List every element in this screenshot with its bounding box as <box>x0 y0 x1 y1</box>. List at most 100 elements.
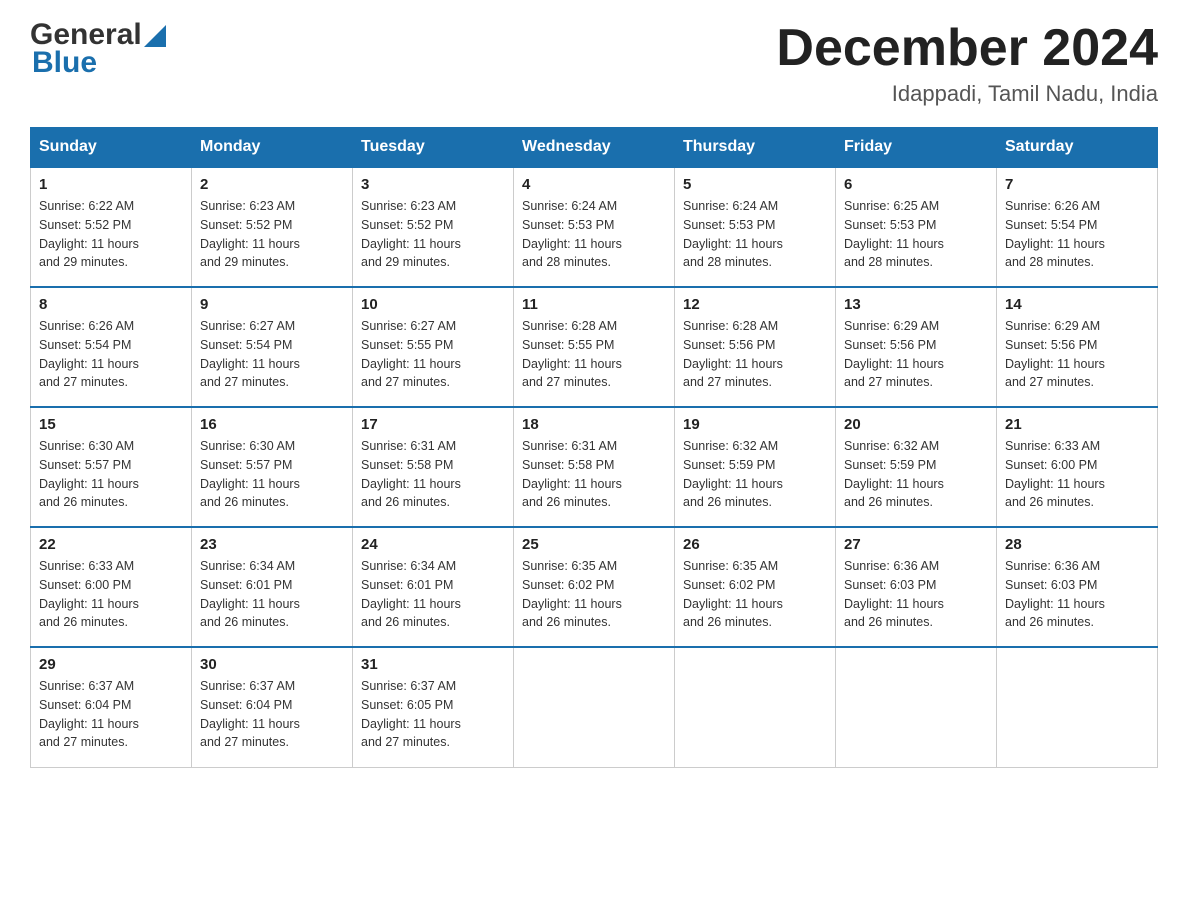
day-number: 22 <box>39 536 183 553</box>
day-number: 18 <box>522 416 666 433</box>
title-block: December 2024 Idappadi, Tamil Nadu, Indi… <box>776 20 1158 107</box>
calendar-day-4: 4 Sunrise: 6:24 AM Sunset: 5:53 PM Daylig… <box>514 167 675 287</box>
header-friday: Friday <box>836 128 997 168</box>
calendar-day-22: 22 Sunrise: 6:33 AM Sunset: 6:00 PM Dayli… <box>31 527 192 647</box>
day-info: Sunrise: 6:30 AM Sunset: 5:57 PM Dayligh… <box>200 437 344 512</box>
header-thursday: Thursday <box>675 128 836 168</box>
day-number: 16 <box>200 416 344 433</box>
day-number: 5 <box>683 176 827 193</box>
day-number: 14 <box>1005 296 1149 313</box>
day-number: 10 <box>361 296 505 313</box>
day-info: Sunrise: 6:33 AM Sunset: 6:00 PM Dayligh… <box>1005 437 1149 512</box>
day-info: Sunrise: 6:29 AM Sunset: 5:56 PM Dayligh… <box>1005 317 1149 392</box>
calendar-empty <box>514 647 675 767</box>
calendar-week-3: 15 Sunrise: 6:30 AM Sunset: 5:57 PM Dayli… <box>31 407 1158 527</box>
day-number: 24 <box>361 536 505 553</box>
day-number: 28 <box>1005 536 1149 553</box>
day-info: Sunrise: 6:34 AM Sunset: 6:01 PM Dayligh… <box>361 557 505 632</box>
calendar-day-21: 21 Sunrise: 6:33 AM Sunset: 6:00 PM Dayli… <box>997 407 1158 527</box>
calendar-empty <box>836 647 997 767</box>
day-number: 31 <box>361 656 505 673</box>
day-number: 3 <box>361 176 505 193</box>
calendar-day-17: 17 Sunrise: 6:31 AM Sunset: 5:58 PM Dayli… <box>353 407 514 527</box>
day-number: 15 <box>39 416 183 433</box>
calendar-day-3: 3 Sunrise: 6:23 AM Sunset: 5:52 PM Daylig… <box>353 167 514 287</box>
day-info: Sunrise: 6:27 AM Sunset: 5:55 PM Dayligh… <box>361 317 505 392</box>
day-info: Sunrise: 6:35 AM Sunset: 6:02 PM Dayligh… <box>683 557 827 632</box>
day-info: Sunrise: 6:37 AM Sunset: 6:04 PM Dayligh… <box>39 677 183 752</box>
day-info: Sunrise: 6:31 AM Sunset: 5:58 PM Dayligh… <box>361 437 505 512</box>
header-saturday: Saturday <box>997 128 1158 168</box>
day-info: Sunrise: 6:28 AM Sunset: 5:55 PM Dayligh… <box>522 317 666 392</box>
day-info: Sunrise: 6:36 AM Sunset: 6:03 PM Dayligh… <box>1005 557 1149 632</box>
day-info: Sunrise: 6:25 AM Sunset: 5:53 PM Dayligh… <box>844 197 988 272</box>
calendar-day-24: 24 Sunrise: 6:34 AM Sunset: 6:01 PM Dayli… <box>353 527 514 647</box>
day-number: 20 <box>844 416 988 433</box>
calendar-day-18: 18Sunrise: 6:31 AM Sunset: 5:58 PM Dayli… <box>514 407 675 527</box>
calendar-day-7: 7Sunrise: 6:26 AM Sunset: 5:54 PM Daylig… <box>997 167 1158 287</box>
day-number: 7 <box>1005 176 1149 193</box>
day-info: Sunrise: 6:27 AM Sunset: 5:54 PM Dayligh… <box>200 317 344 392</box>
calendar-day-9: 9 Sunrise: 6:27 AM Sunset: 5:54 PM Daylig… <box>192 287 353 407</box>
day-number: 21 <box>1005 416 1149 433</box>
day-number: 9 <box>200 296 344 313</box>
calendar-day-23: 23 Sunrise: 6:34 AM Sunset: 6:01 PM Dayli… <box>192 527 353 647</box>
page-header: General Blue December 2024 Idappadi, Tam… <box>30 20 1158 107</box>
calendar-day-27: 27Sunrise: 6:36 AM Sunset: 6:03 PM Dayli… <box>836 527 997 647</box>
header-monday: Monday <box>192 128 353 168</box>
day-number: 6 <box>844 176 988 193</box>
day-number: 30 <box>200 656 344 673</box>
calendar-day-1: 1 Sunrise: 6:22 AM Sunset: 5:52 PM Daylig… <box>31 167 192 287</box>
day-info: Sunrise: 6:37 AM Sunset: 6:04 PM Dayligh… <box>200 677 344 752</box>
day-info: Sunrise: 6:26 AM Sunset: 5:54 PM Dayligh… <box>39 317 183 392</box>
day-info: Sunrise: 6:23 AM Sunset: 5:52 PM Dayligh… <box>361 197 505 272</box>
day-number: 25 <box>522 536 666 553</box>
calendar-day-19: 19Sunrise: 6:32 AM Sunset: 5:59 PM Dayli… <box>675 407 836 527</box>
day-info: Sunrise: 6:33 AM Sunset: 6:00 PM Dayligh… <box>39 557 183 632</box>
day-info: Sunrise: 6:32 AM Sunset: 5:59 PM Dayligh… <box>683 437 827 512</box>
day-number: 8 <box>39 296 183 313</box>
day-number: 4 <box>522 176 666 193</box>
calendar-day-25: 25 Sunrise: 6:35 AM Sunset: 6:02 PM Dayli… <box>514 527 675 647</box>
day-info: Sunrise: 6:24 AM Sunset: 5:53 PM Dayligh… <box>683 197 827 272</box>
day-number: 17 <box>361 416 505 433</box>
logo: General Blue <box>30 20 166 80</box>
calendar-day-12: 12Sunrise: 6:28 AM Sunset: 5:56 PM Dayli… <box>675 287 836 407</box>
calendar-day-29: 29 Sunrise: 6:37 AM Sunset: 6:04 PM Dayli… <box>31 647 192 767</box>
calendar-week-4: 22 Sunrise: 6:33 AM Sunset: 6:00 PM Dayli… <box>31 527 1158 647</box>
calendar-day-20: 20 Sunrise: 6:32 AM Sunset: 5:59 PM Dayli… <box>836 407 997 527</box>
calendar-empty <box>997 647 1158 767</box>
logo-triangle-icon <box>144 25 166 47</box>
day-info: Sunrise: 6:36 AM Sunset: 6:03 PM Dayligh… <box>844 557 988 632</box>
calendar-day-26: 26Sunrise: 6:35 AM Sunset: 6:02 PM Dayli… <box>675 527 836 647</box>
calendar-day-8: 8 Sunrise: 6:26 AM Sunset: 5:54 PM Daylig… <box>31 287 192 407</box>
calendar-day-31: 31 Sunrise: 6:37 AM Sunset: 6:05 PM Dayli… <box>353 647 514 767</box>
day-number: 13 <box>844 296 988 313</box>
calendar-day-14: 14 Sunrise: 6:29 AM Sunset: 5:56 PM Dayli… <box>997 287 1158 407</box>
day-info: Sunrise: 6:34 AM Sunset: 6:01 PM Dayligh… <box>200 557 344 632</box>
calendar-day-5: 5 Sunrise: 6:24 AM Sunset: 5:53 PM Daylig… <box>675 167 836 287</box>
day-info: Sunrise: 6:22 AM Sunset: 5:52 PM Dayligh… <box>39 197 183 272</box>
day-info: Sunrise: 6:35 AM Sunset: 6:02 PM Dayligh… <box>522 557 666 632</box>
calendar-empty <box>675 647 836 767</box>
day-info: Sunrise: 6:24 AM Sunset: 5:53 PM Dayligh… <box>522 197 666 272</box>
calendar-table: SundayMondayTuesdayWednesdayThursdayFrid… <box>30 127 1158 768</box>
header-wednesday: Wednesday <box>514 128 675 168</box>
calendar-day-16: 16 Sunrise: 6:30 AM Sunset: 5:57 PM Dayli… <box>192 407 353 527</box>
day-info: Sunrise: 6:29 AM Sunset: 5:56 PM Dayligh… <box>844 317 988 392</box>
day-number: 1 <box>39 176 183 193</box>
day-info: Sunrise: 6:37 AM Sunset: 6:05 PM Dayligh… <box>361 677 505 752</box>
calendar-day-2: 2Sunrise: 6:23 AM Sunset: 5:52 PM Daylig… <box>192 167 353 287</box>
day-number: 12 <box>683 296 827 313</box>
calendar-week-1: 1 Sunrise: 6:22 AM Sunset: 5:52 PM Daylig… <box>31 167 1158 287</box>
calendar-day-28: 28 Sunrise: 6:36 AM Sunset: 6:03 PM Dayli… <box>997 527 1158 647</box>
day-number: 29 <box>39 656 183 673</box>
location-title: Idappadi, Tamil Nadu, India <box>776 81 1158 107</box>
day-number: 23 <box>200 536 344 553</box>
calendar-week-2: 8 Sunrise: 6:26 AM Sunset: 5:54 PM Daylig… <box>31 287 1158 407</box>
day-number: 2 <box>200 176 344 193</box>
calendar-day-11: 11Sunrise: 6:28 AM Sunset: 5:55 PM Dayli… <box>514 287 675 407</box>
calendar-week-5: 29 Sunrise: 6:37 AM Sunset: 6:04 PM Dayli… <box>31 647 1158 767</box>
day-info: Sunrise: 6:32 AM Sunset: 5:59 PM Dayligh… <box>844 437 988 512</box>
calendar-day-30: 30 Sunrise: 6:37 AM Sunset: 6:04 PM Dayli… <box>192 647 353 767</box>
